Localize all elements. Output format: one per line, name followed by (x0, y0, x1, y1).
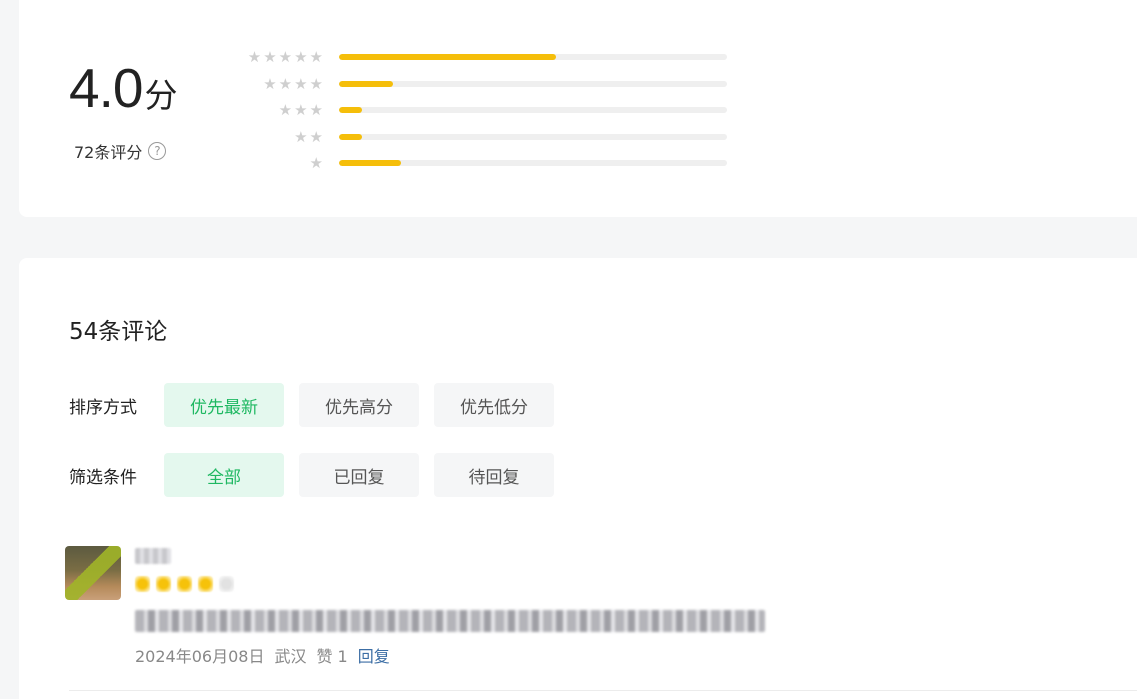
star-icon: ★ (309, 48, 323, 67)
distribution-bar-fill (339, 160, 402, 167)
like-button[interactable]: 赞 1 (316, 643, 347, 667)
star-icon: ★ (294, 74, 308, 93)
review-text-blurred (135, 610, 765, 632)
star-icon: ★ (309, 127, 323, 146)
reviews-count-title: 54条评论 (69, 319, 168, 345)
score-value: 4.0 (69, 57, 143, 119)
star-icon: ★ (263, 74, 277, 93)
star-icon (135, 576, 150, 592)
rating-count: 72条评分 ? (74, 139, 167, 163)
distribution-stars: ★ ★ (231, 128, 323, 146)
star-icon: ★ (309, 101, 323, 120)
star-icon: ★ (278, 74, 293, 93)
star-icon: ★ (278, 48, 293, 67)
filter-option-pending[interactable]: 待回复 (434, 453, 554, 497)
rating-count-label: 72条评分 (74, 143, 143, 162)
distribution-bar-track (339, 160, 727, 167)
distribution-bar-fill (339, 80, 394, 87)
filter-option-all[interactable]: 全部 (164, 453, 284, 497)
sort-option-lowest[interactable]: 优先低分 (434, 383, 554, 427)
distribution-stars: ★ ★ ★ (231, 101, 323, 119)
star-icon: ★ (309, 74, 323, 93)
distribution-stars: ★ ★ ★ ★ (231, 75, 323, 93)
star-icon (177, 576, 192, 592)
reviews-card: 54条评论 排序方式 优先最新 优先高分 优先低分 筛选条件 全部 已回复 待回… (19, 258, 1137, 699)
distribution-row-3-star: ★ ★ ★ (231, 97, 727, 124)
filter-row: 筛选条件 全部 已回复 待回复 (69, 453, 569, 497)
avatar[interactable] (65, 546, 121, 600)
rating-distribution: ★ ★ ★ ★ ★ ★ ★ ★ ★ ★ ★ ★ ★ ★ ★ (231, 44, 727, 177)
sort-label: 排序方式 (69, 397, 137, 418)
distribution-row-2-star: ★ ★ (231, 124, 727, 151)
filter-label: 筛选条件 (69, 467, 137, 488)
star-icon: ★ (294, 101, 308, 120)
star-icon (156, 576, 171, 592)
help-icon[interactable]: ? (148, 142, 167, 160)
star-icon: ★ (294, 127, 308, 146)
distribution-bar-fill (339, 107, 363, 114)
sort-row: 排序方式 优先最新 优先高分 优先低分 (69, 383, 569, 427)
star-icon: ★ (247, 48, 262, 67)
sort-option-newest[interactable]: 优先最新 (164, 383, 284, 427)
star-icon: ★ (278, 101, 293, 120)
review-date: 2024年06月08日 (135, 647, 265, 666)
review-rating-stars (135, 576, 234, 592)
star-icon: ★ (263, 48, 277, 67)
distribution-row-4-star: ★ ★ ★ ★ (231, 71, 727, 98)
distribution-row-1-star: ★ (231, 150, 727, 177)
distribution-stars: ★ (231, 154, 323, 172)
username-blurred (135, 548, 171, 564)
divider (69, 690, 1137, 691)
reply-button[interactable]: 回复 (358, 643, 390, 667)
star-icon: ★ (294, 48, 308, 67)
average-score: 4.0 分 (69, 56, 177, 120)
distribution-row-5-star: ★ ★ ★ ★ ★ (231, 44, 727, 71)
sort-option-highest[interactable]: 优先高分 (299, 383, 419, 427)
review-location: 武汉 (274, 647, 307, 666)
rating-summary-card: 4.0 分 72条评分 ? ★ ★ ★ ★ ★ ★ ★ ★ ★ ★ ★ ★ ★ ★ ★ (19, 0, 1137, 217)
distribution-bar-track (339, 54, 727, 61)
star-icon: ★ (309, 154, 323, 173)
distribution-bar-fill (339, 54, 557, 61)
distribution-bar-fill (339, 133, 363, 140)
star-icon (198, 576, 213, 592)
score-unit: 分 (144, 76, 178, 115)
distribution-stars: ★ ★ ★ ★ ★ (231, 48, 323, 66)
review-meta: 2024年06月08日 武汉 赞 1 回复 (135, 643, 390, 667)
filter-option-replied[interactable]: 已回复 (299, 453, 419, 497)
star-icon (219, 576, 234, 592)
distribution-bar-track (339, 107, 727, 114)
distribution-bar-track (339, 80, 727, 87)
distribution-bar-track (339, 133, 727, 140)
